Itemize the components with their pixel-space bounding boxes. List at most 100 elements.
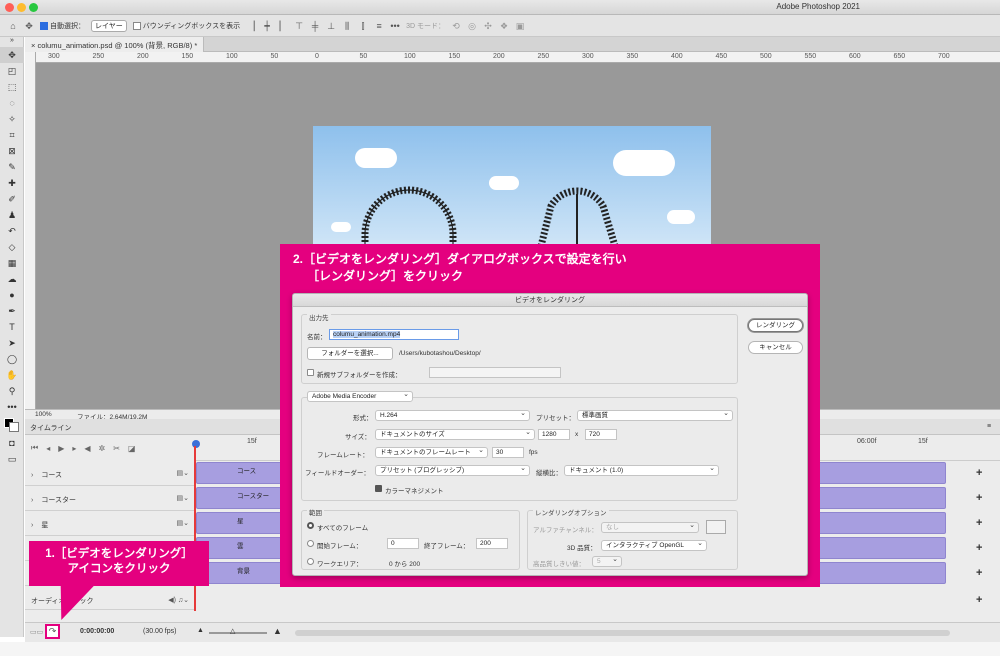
healing-brush-icon[interactable]: ✚: [0, 175, 24, 191]
select-folder-button[interactable]: フォルダーを選択...: [307, 347, 393, 360]
add-media-icon[interactable]: +: [976, 542, 982, 554]
playhead-line[interactable]: [194, 446, 196, 611]
eraser-icon[interactable]: ◇: [0, 239, 24, 255]
pan-3d-icon[interactable]: ✣: [483, 21, 493, 31]
zoom-slider[interactable]: [209, 632, 267, 634]
type-tool-icon[interactable]: T: [0, 319, 24, 335]
next-frame-icon[interactable]: ▸: [72, 444, 76, 453]
frame-animation-icon[interactable]: ▭▭: [30, 628, 43, 636]
roll-3d-icon[interactable]: ◎: [467, 21, 477, 31]
stamp-tool-icon[interactable]: ♟: [0, 207, 24, 223]
home-icon[interactable]: ⌂: [8, 21, 18, 31]
artboard-tool-icon[interactable]: ◰: [0, 63, 24, 79]
encoder-dropdown-overlay[interactable]: Adobe Media Encoder: [307, 390, 413, 402]
more-options-icon[interactable]: •••: [390, 21, 400, 31]
new-subfolder-input[interactable]: [429, 367, 561, 378]
add-media-icon[interactable]: +: [976, 567, 982, 579]
start-frame-radio[interactable]: [307, 540, 314, 547]
audio-options-icon[interactable]: ◀) ♫⌄: [168, 596, 189, 604]
track-row[interactable]: › コース ▤⌄: [25, 461, 195, 486]
zoom-slider-handle[interactable]: △: [230, 627, 235, 635]
new-subfolder-checkbox[interactable]: [307, 369, 314, 376]
render-video-icon[interactable]: ↷: [45, 624, 60, 639]
align-top-icon[interactable]: ⊤: [294, 21, 304, 31]
bounding-box-checkbox[interactable]: [132, 21, 141, 30]
zoom-out-icon[interactable]: ▲: [197, 627, 204, 634]
scale-3d-icon[interactable]: ▣: [515, 21, 525, 31]
end-frame-input[interactable]: 200: [476, 538, 508, 549]
render-button[interactable]: レンダリング: [748, 319, 803, 332]
framerate-dropdown[interactable]: ドキュメントのフレームレート: [375, 446, 488, 458]
panel-menu-icon[interactable]: ≡: [987, 423, 991, 430]
slide-3d-icon[interactable]: ❖: [499, 21, 509, 31]
mute-icon[interactable]: ◀: [84, 444, 90, 453]
first-frame-icon[interactable]: ⏮: [31, 443, 38, 453]
color-management-checkbox[interactable]: [375, 485, 382, 492]
zoom-in-icon[interactable]: ▲: [273, 626, 282, 636]
cancel-button[interactable]: キャンセル: [748, 341, 803, 354]
screen-mode-icon[interactable]: ▭: [0, 451, 24, 467]
color-swatches[interactable]: [0, 415, 24, 432]
format-dropdown[interactable]: H.264: [375, 409, 530, 421]
align-middle-icon[interactable]: ╪: [310, 21, 320, 31]
add-media-icon[interactable]: +: [976, 517, 982, 529]
prev-frame-icon[interactable]: ◂: [46, 444, 50, 453]
preset-dropdown[interactable]: 標準画質: [577, 409, 733, 421]
aspect-dropdown[interactable]: ドキュメント (1.0): [564, 464, 719, 476]
dodge-tool-icon[interactable]: ●: [0, 287, 24, 303]
distribute-h-icon[interactable]: ⫿: [358, 21, 368, 31]
align-bottom-icon[interactable]: ⊥: [326, 21, 336, 31]
alpha-color-swatch[interactable]: [706, 520, 726, 534]
name-input[interactable]: columu_animation.mp4: [329, 329, 459, 340]
track-row[interactable]: › 星 ▤⌄: [25, 511, 195, 536]
brush-tool-icon[interactable]: ✐: [0, 191, 24, 207]
align-right-icon[interactable]: ▏: [278, 21, 288, 31]
minimize-window-button[interactable]: [17, 3, 26, 12]
pen-tool-icon[interactable]: ✒: [0, 303, 24, 319]
settings-icon[interactable]: ✲: [99, 444, 106, 453]
hand-tool-icon[interactable]: ✋: [0, 367, 24, 383]
path-select-icon[interactable]: ➤: [0, 335, 24, 351]
blur-tool-icon[interactable]: ☁: [0, 271, 24, 287]
crop-tool-icon[interactable]: ⌗: [0, 127, 24, 143]
history-brush-icon[interactable]: ↶: [0, 223, 24, 239]
alpha-dropdown[interactable]: なし: [601, 521, 699, 533]
quality-3d-dropdown[interactable]: インタラクティブ OpenGL: [601, 539, 707, 551]
move-tool-icon[interactable]: ✥: [24, 21, 34, 31]
more-tools-icon[interactable]: •••: [0, 399, 24, 415]
add-media-icon[interactable]: +: [976, 492, 982, 504]
move-tool-icon[interactable]: ✥: [0, 47, 24, 63]
shape-tool-icon[interactable]: ◯: [0, 351, 24, 367]
magic-wand-icon[interactable]: ✧: [0, 111, 24, 127]
start-frame-input[interactable]: 0: [387, 538, 419, 549]
split-icon[interactable]: ✂: [113, 444, 120, 453]
document-canvas[interactable]: [313, 126, 711, 246]
hq-threshold-dropdown[interactable]: 5: [592, 555, 622, 567]
transition-icon[interactable]: ◪: [128, 444, 136, 453]
height-input[interactable]: 720: [585, 429, 617, 440]
gradient-icon[interactable]: ▦: [0, 255, 24, 271]
marquee-tool-icon[interactable]: ⬚: [0, 79, 24, 95]
close-window-button[interactable]: [5, 3, 14, 12]
all-frames-radio[interactable]: [307, 522, 314, 529]
play-icon[interactable]: ▶: [58, 444, 64, 453]
audio-track-row[interactable]: オーディオトラック ◀) ♫⌄: [25, 588, 195, 610]
work-area-radio[interactable]: [307, 558, 314, 565]
track-options-icon[interactable]: ▤⌄: [177, 519, 189, 527]
distribute-v-icon[interactable]: ≡: [374, 21, 384, 31]
zoom-window-button[interactable]: [29, 3, 38, 12]
width-input[interactable]: 1280: [538, 429, 570, 440]
track-options-icon[interactable]: ▤⌄: [177, 494, 189, 502]
distribute-icon[interactable]: ⫼: [342, 21, 352, 31]
add-audio-icon[interactable]: +: [976, 594, 982, 606]
eyedropper-icon[interactable]: ✎: [0, 159, 24, 175]
lasso-tool-icon[interactable]: ◌: [0, 95, 24, 111]
auto-select-checkbox[interactable]: [40, 21, 48, 30]
field-order-dropdown[interactable]: プリセット (プログレッシブ): [375, 464, 530, 476]
align-center-icon[interactable]: ┿: [262, 21, 272, 31]
add-media-icon[interactable]: +: [976, 467, 982, 479]
size-dropdown[interactable]: ドキュメントのサイズ: [375, 428, 535, 440]
expand-panel-icon[interactable]: »: [0, 37, 24, 47]
timeline-scrollbar[interactable]: [295, 630, 950, 636]
align-left-icon[interactable]: ▕: [246, 21, 256, 31]
